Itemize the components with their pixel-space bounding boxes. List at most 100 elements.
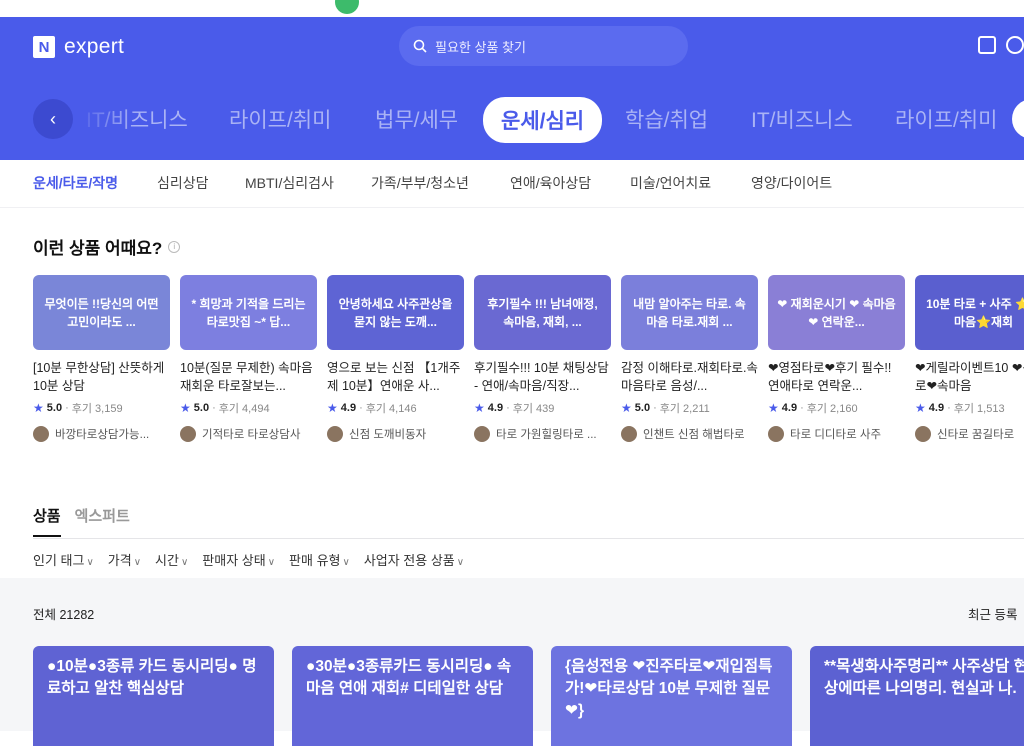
avatar <box>768 426 784 442</box>
review-count: 후기 1,513 <box>953 403 1005 415</box>
rating-value: 5.0 <box>193 402 210 414</box>
search-placeholder: 필요한 상품 찾기 <box>435 39 526 55</box>
avatar <box>621 426 637 442</box>
card-rating: ★ 4.9 · 후기 2,160 <box>768 400 905 416</box>
search-input[interactable]: 필요한 상품 찾기 <box>399 26 688 66</box>
card-title: ❤게릴라이벤트10 ❤신타로❤속마음 <box>915 361 1024 393</box>
tab-products[interactable]: 상품 <box>33 505 61 537</box>
chevron-down-icon: ∨ <box>133 557 142 568</box>
separator: · <box>800 402 804 414</box>
thumbnail-caption: 10분 타로 + 사주 ⭐속마음⭐재회 <box>926 296 1024 329</box>
card-rating: ★ 4.9 · 후기 4,146 <box>327 400 464 416</box>
seller-name: 신타로 꿈길타로 <box>937 429 1015 441</box>
filter-label: 가격 <box>107 553 132 568</box>
tab-experts[interactable]: 엑스퍼트 <box>75 505 130 537</box>
filter-seller-status[interactable]: 판매자 상태 ∨ <box>202 550 275 569</box>
rating-value: 5.0 <box>634 402 651 414</box>
thumbnail-caption: ❤ 재회운시기 ❤ 속마음 ❤ 연락운... <box>777 296 896 329</box>
card-seller: 타로 디디타로 사주 <box>768 426 905 442</box>
product-card-title: ●30분●3종류카드 동시리딩● 속마음 연애 재회# 디테일한 상담 <box>306 658 512 697</box>
filter-label: 인기 태그 <box>33 553 85 568</box>
star-icon: ★ <box>33 401 44 415</box>
chevron-down-icon: ∨ <box>456 557 465 568</box>
card-thumbnail: 안녕하세요 사주관상을 묻지 않는 도깨... <box>327 275 464 350</box>
recommendation-title: 이런 상품 어때요? <box>33 239 163 258</box>
filter-label: 판매자 상태 <box>202 553 266 568</box>
avatar <box>33 426 49 442</box>
subtab-fortune-tarot[interactable]: 운세/타로/작명 <box>33 173 118 193</box>
recommendation-card[interactable]: 후기필수 !!! 남녀애정, 속마음, 재회, ... 후기필수!!! 10분 채… <box>474 275 611 442</box>
filter-label: 사업자 전용 상품 <box>363 553 455 568</box>
filter-popular-tag[interactable]: 인기 태그 ∨ <box>33 550 94 569</box>
subtab-art-speech[interactable]: 미술/언어치료 <box>630 173 711 193</box>
filter-price[interactable]: 가격 ∨ <box>108 550 141 569</box>
card-title: 감정 이해타로.재회타로.속마음타로 음성/... <box>621 361 758 393</box>
chevron-down-icon: ∨ <box>342 557 350 568</box>
category-life-hobby-2[interactable]: 라이프/취미 <box>895 104 997 134</box>
chat-icon[interactable] <box>1006 36 1024 54</box>
product-card[interactable]: ●10분●3종류 카드 동시리딩● 명료하고 알찬 핵심상담 <box>33 646 274 746</box>
card-seller: 바깡타로상담가능... <box>33 426 170 442</box>
logo-text: expert <box>64 35 125 58</box>
card-thumbnail: 무엇이든 !!당신의 어떤 고민이라도 ... <box>33 275 170 350</box>
subtab-family[interactable]: 가족/부부/청소년 <box>371 173 469 193</box>
thumbnail-caption: 안녕하세요 사주관상을 묻지 않는 도깨... <box>338 296 453 329</box>
avatar <box>915 426 931 442</box>
card-title: [10분 무한상담] 산뜻하게 10분 상담 <box>33 361 165 393</box>
filter-business-only[interactable]: 사업자 전용 상품 ∨ <box>364 550 464 569</box>
card-seller: 인챈트 신점 해법타로 <box>621 426 758 442</box>
star-icon: ★ <box>621 401 632 415</box>
category-fortune-psychology[interactable]: 운세/심리 <box>483 97 603 143</box>
review-count: 후기 439 <box>512 403 555 415</box>
filter-sale-type[interactable]: 판매 유형 ∨ <box>289 550 350 569</box>
product-card[interactable]: {음성전용 ❤진주타로❤재입점특가!❤타로상담 10분 무제한 질문❤} <box>551 646 792 746</box>
card-rating: ★ 5.0 · 후기 2,211 <box>621 400 758 416</box>
subtab-counseling[interactable]: 심리상담 <box>157 173 209 193</box>
product-list-area: 전체 21282 최근 등록 ●10분●3종류 카드 동시리딩● 명료하고 알찬… <box>0 578 1024 746</box>
recommendation-card[interactable]: 내맘 알아주는 타로. 속마음 타로.재회 ... 감정 이해타로.재회타로.속마… <box>621 275 758 442</box>
review-count: 후기 4,494 <box>218 403 270 415</box>
category-study-career[interactable]: 학습/취업 <box>625 104 708 134</box>
thumbnail-caption: 후기필수 !!! 남녀애정, 속마음, 재회, ... <box>487 296 598 329</box>
subtab-love-parenting[interactable]: 연애/육아상담 <box>510 173 591 193</box>
sort-dropdown[interactable]: 최근 등록 <box>968 604 1017 623</box>
thumbnail-caption: * 희망과 기적을 드리는 타로맛집 ~* 답... <box>191 296 306 329</box>
recommendation-card[interactable]: 안녕하세요 사주관상을 묻지 않는 도깨... 영으로 보는 신점 【1개주제 1… <box>327 275 464 442</box>
card-title: 영으로 보는 신점 【1개주제 10분】연애운 사... <box>327 361 461 393</box>
carousel-next-button[interactable] <box>1012 99 1024 139</box>
star-icon: ★ <box>327 401 338 415</box>
avatar <box>327 426 343 442</box>
logo[interactable]: N expert <box>33 35 124 59</box>
naver-logo-icon: N <box>33 36 55 58</box>
product-card[interactable]: **목생화사주명리** 사주상담 현상에따른 나의명리. 현실과 나. <box>810 646 1024 746</box>
filter-time[interactable]: 시간 ∨ <box>155 550 188 569</box>
product-card[interactable]: ●30분●3종류카드 동시리딩● 속마음 연애 재회# 디테일한 상담 <box>292 646 533 746</box>
product-card-title: ●10분●3종류 카드 동시리딩● 명료하고 알찬 핵심상담 <box>47 658 257 697</box>
filter-label: 판매 유형 <box>289 553 341 568</box>
filter-bar: 인기 태그 ∨ 가격 ∨ 시간 ∨ 판매자 상태 ∨ 판매 유형 ∨ 사업자 전용 상품 ∨ <box>33 550 464 569</box>
product-card-title: {음성전용 ❤진주타로❤재입점특가!❤타로상담 10분 무제한 질문❤} <box>565 658 773 719</box>
recommendation-heading: 이런 상품 어때요? i <box>33 234 181 259</box>
search-icon <box>413 39 427 53</box>
category-law-tax[interactable]: 법무/세무 <box>375 104 458 134</box>
category-carousel: IT/비즈니스 라이프/취미 법무/세무 운세/심리 학습/취업 IT/비즈니스… <box>0 97 1024 143</box>
card-rating: ★ 4.9 · 후기 1,513 <box>915 400 1024 416</box>
recommendation-card[interactable]: 무엇이든 !!당신의 어떤 고민이라도 ... [10분 무한상담] 산뜻하게 1… <box>33 275 170 442</box>
document-icon[interactable] <box>978 36 996 54</box>
chevron-down-icon: ∨ <box>180 557 189 568</box>
star-icon: ★ <box>915 401 926 415</box>
category-it-business-2[interactable]: IT/비즈니스 <box>751 104 853 134</box>
rating-value: 5.0 <box>46 402 63 414</box>
subtab-mbti[interactable]: MBTI/심리검사 <box>245 173 334 193</box>
info-icon[interactable]: i <box>168 240 181 253</box>
list-tabs: 상품 엑스퍼트 <box>33 505 130 537</box>
recommendation-card[interactable]: ❤ 재회운시기 ❤ 속마음 ❤ 연락운... ❤영점타로❤후기 필수!! 연애타로… <box>768 275 905 442</box>
category-life-hobby[interactable]: 라이프/취미 <box>229 104 331 134</box>
subtab-nutrition-diet[interactable]: 영양/다이어트 <box>751 173 832 193</box>
card-title: ❤영점타로❤후기 필수!! 연애타로 연락운... <box>768 361 892 393</box>
recommendation-card[interactable]: * 희망과 기적을 드리는 타로맛집 ~* 답... 10분(질문 무제한) 속마… <box>180 275 317 442</box>
recommendation-card[interactable]: 10분 타로 + 사주 ⭐속마음⭐재회 ❤게릴라이벤트10 ❤신타로❤속마음 ★4.… <box>915 275 1024 442</box>
header: N expert 필요한 상품 찾기 IT/비즈니스 라이프/취미 법무/세무 … <box>0 17 1024 160</box>
separator: · <box>653 402 657 414</box>
carousel-prev-button[interactable]: ‹ <box>33 99 73 139</box>
